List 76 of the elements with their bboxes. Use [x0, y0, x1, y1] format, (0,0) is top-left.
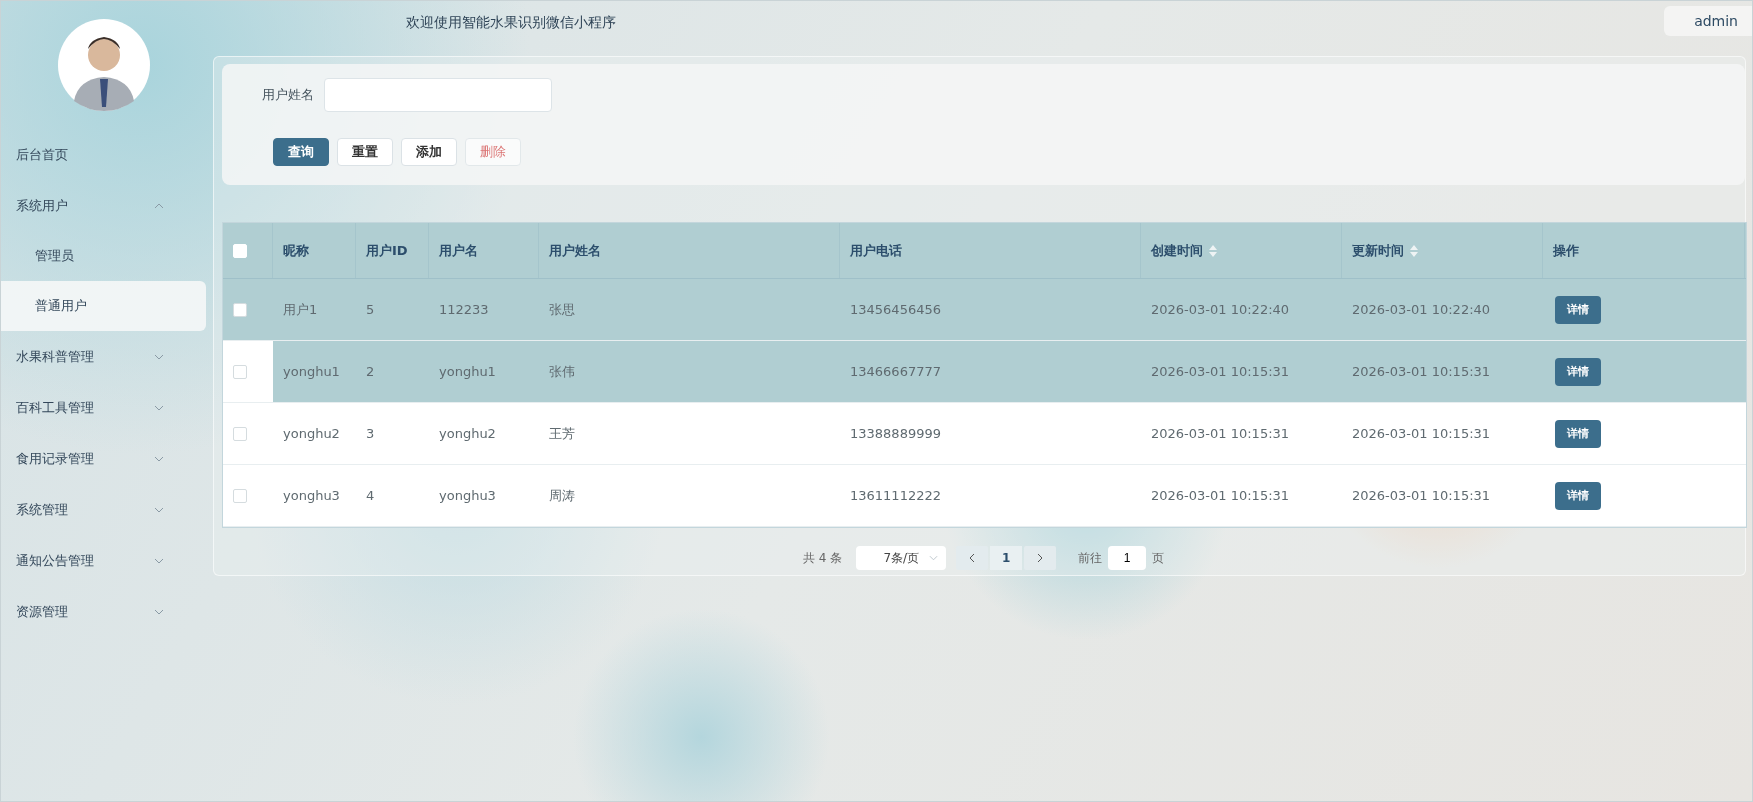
- page-input-field[interactable]: 1: [1108, 546, 1147, 570]
- menu-item[interactable]: 通知公告管理: [1, 535, 206, 586]
- column-header[interactable]: 更新时间: [1352, 241, 1404, 260]
- table-cell: 用户1: [283, 300, 318, 319]
- table-cell: 3: [366, 426, 375, 441]
- user-menu[interactable]: admin: [1664, 6, 1752, 36]
- table-cell: 13388889999: [850, 426, 941, 441]
- table-cell: 2: [366, 364, 375, 379]
- menu-item[interactable]: 资源管理: [1, 586, 206, 637]
- table-cell: 5: [366, 302, 375, 317]
- table-cell: 112233: [439, 302, 489, 317]
- column-header: 昵称: [283, 241, 309, 260]
- table-cell: 2026-03-01 10:15:31: [1352, 488, 1491, 503]
- table-cell: 周涛: [549, 486, 575, 505]
- table-cell: 2026-03-01 10:22:40: [1151, 302, 1290, 317]
- table-cell: 2026-03-01 10:15:31: [1151, 426, 1290, 441]
- menu-item[interactable]: 系统管理: [1, 484, 206, 535]
- next-page-button[interactable]: [1024, 546, 1057, 570]
- row-checkbox[interactable]: [233, 302, 247, 317]
- action-button[interactable]: 查询: [273, 138, 329, 166]
- sort-icon[interactable]: [1209, 244, 1217, 257]
- chevron-down-icon: [929, 555, 939, 561]
- chevron-right-icon: [1037, 553, 1044, 563]
- menu-item[interactable]: 后台首页: [1, 129, 206, 180]
- column-header: 用户ID: [366, 241, 408, 260]
- row-checkbox[interactable]: [233, 364, 247, 379]
- action-button[interactable]: 重置: [337, 138, 393, 166]
- table-cell: 王芳: [549, 424, 575, 443]
- table-cell: yonghu2: [283, 426, 340, 441]
- table-cell: 2026-03-01 10:15:31: [1151, 488, 1290, 503]
- field-label: 用户姓名: [262, 86, 314, 104]
- welcome-title: 欢迎使用智能水果识别微信小程序: [406, 14, 616, 32]
- goto-label: 前往: [1078, 549, 1103, 567]
- table-cell: yonghu1: [283, 364, 340, 379]
- table-cell: 13456456456: [850, 302, 941, 317]
- page-number[interactable]: 1: [990, 546, 1023, 570]
- table-cell: 张伟: [549, 362, 575, 381]
- page-unit: 页: [1152, 549, 1165, 567]
- sort-icon[interactable]: [1410, 244, 1418, 257]
- avatar-icon: [57, 19, 150, 111]
- table-cell: 张思: [549, 300, 575, 319]
- submenu-item[interactable]: 管理员: [1, 231, 206, 281]
- table-cell: yonghu3: [283, 488, 340, 503]
- action-button[interactable]: 添加: [401, 138, 457, 166]
- total-count: 共 4 条: [802, 549, 843, 567]
- page-size-select[interactable]: 7条/页: [856, 546, 947, 570]
- menu-item[interactable]: 食用记录管理: [1, 433, 206, 484]
- menu-item[interactable]: 水果科普管理: [1, 331, 206, 382]
- table-cell: 2026-03-01 10:15:31: [1151, 364, 1290, 379]
- menu-item[interactable]: 百科工具管理: [1, 382, 206, 433]
- table-cell: yonghu1: [439, 364, 496, 379]
- column-header: 操作: [1553, 241, 1579, 260]
- row-checkbox[interactable]: [233, 488, 247, 503]
- detail-button[interactable]: 详情: [1555, 357, 1601, 386]
- table-cell: 13466667777: [850, 364, 941, 379]
- detail-button[interactable]: 详情: [1555, 481, 1601, 510]
- chevron-left-icon: [969, 553, 976, 563]
- table-cell: 2026-03-01 10:22:40: [1352, 302, 1491, 317]
- table-cell: 4: [366, 488, 375, 503]
- select-all-checkbox[interactable]: [233, 243, 247, 258]
- column-header[interactable]: 创建时间: [1151, 241, 1203, 260]
- name-input-field[interactable]: [324, 78, 552, 112]
- previous-page-button[interactable]: [956, 546, 989, 570]
- menu-item[interactable]: 系统用户: [1, 180, 206, 231]
- table-cell: 2026-03-01 10:15:31: [1352, 426, 1491, 441]
- table-cell: 13611112222: [850, 488, 941, 503]
- column-header: 用户电话: [850, 241, 902, 260]
- column-header: 用户姓名: [549, 241, 601, 260]
- table-cell: yonghu3: [439, 488, 496, 503]
- table-cell: yonghu2: [439, 426, 496, 441]
- table-cell: 2026-03-01 10:15:31: [1352, 364, 1491, 379]
- row-checkbox[interactable]: [233, 426, 247, 441]
- column-header: 用户名: [439, 241, 478, 260]
- submenu-item[interactable]: 普通用户: [1, 281, 206, 331]
- detail-button[interactable]: 详情: [1555, 295, 1601, 324]
- detail-button[interactable]: 详情: [1555, 419, 1601, 448]
